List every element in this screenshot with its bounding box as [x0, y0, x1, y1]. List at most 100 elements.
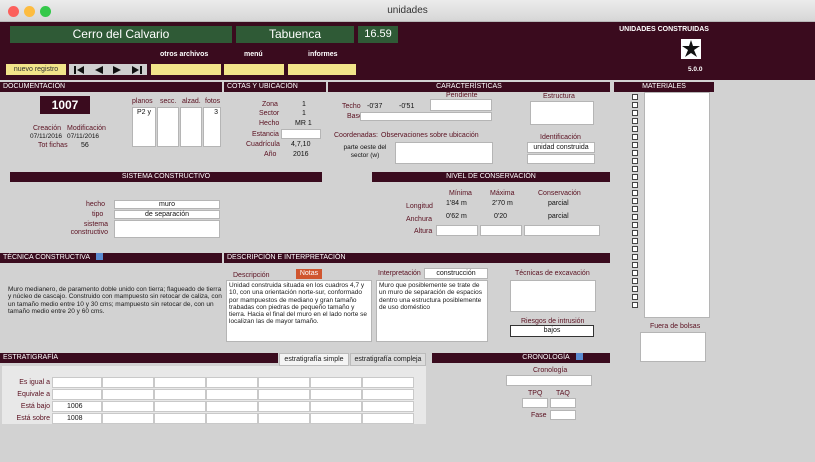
interpretacion-field[interactable]: construcción: [424, 268, 488, 279]
material-checkbox[interactable]: [632, 174, 638, 180]
last-record-icon[interactable]: [131, 65, 142, 74]
notas-button[interactable]: Notas: [296, 269, 322, 279]
riesgos-field[interactable]: bajos: [510, 325, 594, 337]
first-record-icon[interactable]: [74, 65, 85, 74]
row-cell[interactable]: [52, 389, 102, 400]
material-checkbox[interactable]: [632, 254, 638, 260]
material-checkbox[interactable]: [632, 94, 638, 100]
material-checkbox[interactable]: [632, 198, 638, 204]
row-cell[interactable]: [362, 401, 414, 412]
material-checkbox[interactable]: [632, 118, 638, 124]
base-field[interactable]: [360, 112, 492, 121]
taq-field[interactable]: [550, 398, 576, 408]
altura-conservacion-field[interactable]: [524, 225, 600, 236]
identificacion-field-2[interactable]: [527, 154, 595, 164]
sistema-constructivo-field[interactable]: [114, 220, 220, 238]
row-cell[interactable]: [206, 401, 258, 412]
row-cell[interactable]: [154, 401, 206, 412]
row-cell[interactable]: [258, 389, 310, 400]
material-checkbox[interactable]: [632, 126, 638, 132]
material-checkbox[interactable]: [632, 302, 638, 308]
material-checkbox[interactable]: [632, 286, 638, 292]
row-cell[interactable]: [206, 377, 258, 388]
material-checkbox[interactable]: [632, 230, 638, 236]
row-cell[interactable]: [362, 413, 414, 424]
informes-button[interactable]: informes: [308, 51, 338, 58]
yellow-field-1[interactable]: [151, 64, 221, 75]
row-cell[interactable]: [310, 377, 362, 388]
menu-button[interactable]: menú: [244, 51, 263, 58]
nuevo-registro-button[interactable]: nuevo registro: [6, 64, 66, 75]
row-cell[interactable]: [206, 389, 258, 400]
material-checkbox[interactable]: [632, 222, 638, 228]
row-cell[interactable]: [102, 377, 154, 388]
row-cell[interactable]: [362, 389, 414, 400]
sistema-tipo-field[interactable]: de separación: [114, 210, 220, 219]
tecnica-toggle-icon[interactable]: [96, 253, 103, 260]
row-cell[interactable]: [154, 377, 206, 388]
material-checkbox[interactable]: [632, 110, 638, 116]
altura-min-field[interactable]: [436, 225, 478, 236]
row-cell[interactable]: [258, 377, 310, 388]
row-cell[interactable]: [154, 413, 206, 424]
estructura-field[interactable]: [530, 101, 594, 125]
identificacion-field[interactable]: unidad construida: [527, 142, 595, 153]
row-cell[interactable]: [310, 401, 362, 412]
fuera-bolsas-field[interactable]: [640, 332, 706, 362]
row-cell[interactable]: [102, 389, 154, 400]
fase-field[interactable]: [550, 410, 576, 420]
material-checkbox[interactable]: [632, 182, 638, 188]
row-cell[interactable]: [362, 377, 414, 388]
estancia-field[interactable]: [281, 129, 321, 139]
material-checkbox[interactable]: [632, 262, 638, 268]
row-cell[interactable]: [258, 401, 310, 412]
secc-field[interactable]: [157, 107, 179, 147]
row-cell[interactable]: [310, 413, 362, 424]
material-checkbox[interactable]: [632, 206, 638, 212]
cronologia-field[interactable]: [506, 375, 592, 386]
row-cell[interactable]: 1008: [52, 413, 102, 424]
nivel-header: NIVEL DE CONSERVACIÓN: [372, 172, 610, 182]
fotos-field[interactable]: 3: [203, 107, 221, 147]
material-checkbox[interactable]: [632, 270, 638, 276]
material-checkbox[interactable]: [632, 214, 638, 220]
row-cell[interactable]: [102, 401, 154, 412]
cronologia-toggle-icon[interactable]: [575, 353, 583, 360]
material-checkbox[interactable]: [632, 238, 638, 244]
pendiente-field[interactable]: [430, 99, 492, 111]
tpq-field[interactable]: [522, 398, 548, 408]
descripcion-text[interactable]: Unidad construida situada en los cuadros…: [226, 280, 372, 342]
row-cell[interactable]: [154, 389, 206, 400]
row-cell[interactable]: [52, 377, 102, 388]
planos-field[interactable]: P2 y: [132, 107, 156, 147]
material-checkbox[interactable]: [632, 102, 638, 108]
row-cell[interactable]: [206, 413, 258, 424]
material-checkbox[interactable]: [632, 246, 638, 252]
material-checkbox[interactable]: [632, 150, 638, 156]
tecnicas-excavacion-field[interactable]: [510, 280, 596, 312]
tab-estratigrafia-simple[interactable]: estratigrafía simple: [279, 353, 349, 366]
row-cell[interactable]: [310, 389, 362, 400]
observaciones-field[interactable]: [395, 142, 493, 164]
alzad-field[interactable]: [180, 107, 202, 147]
row-cell[interactable]: 1006: [52, 401, 102, 412]
yellow-field-2[interactable]: [224, 64, 284, 75]
row-cell[interactable]: [258, 413, 310, 424]
yellow-field-3[interactable]: [288, 64, 356, 75]
previous-record-icon[interactable]: [94, 65, 103, 74]
sistema-hecho-field[interactable]: muro: [114, 200, 220, 209]
material-checkbox[interactable]: [632, 190, 638, 196]
material-checkbox[interactable]: [632, 134, 638, 140]
material-checkbox[interactable]: [632, 166, 638, 172]
material-checkbox[interactable]: [632, 294, 638, 300]
tab-estratigrafia-compleja[interactable]: estratigrafía compleja: [350, 353, 426, 366]
next-record-icon[interactable]: [113, 65, 122, 74]
material-checkbox[interactable]: [632, 158, 638, 164]
material-checkbox[interactable]: [632, 278, 638, 284]
materiales-list[interactable]: [644, 92, 710, 318]
altura-max-field[interactable]: [480, 225, 522, 236]
otros-archivos-button[interactable]: otros archivos: [160, 51, 208, 58]
material-checkbox[interactable]: [632, 142, 638, 148]
row-cell[interactable]: [102, 413, 154, 424]
interpretacion-text[interactable]: Muro que posiblemente se trate de un mur…: [376, 280, 488, 342]
